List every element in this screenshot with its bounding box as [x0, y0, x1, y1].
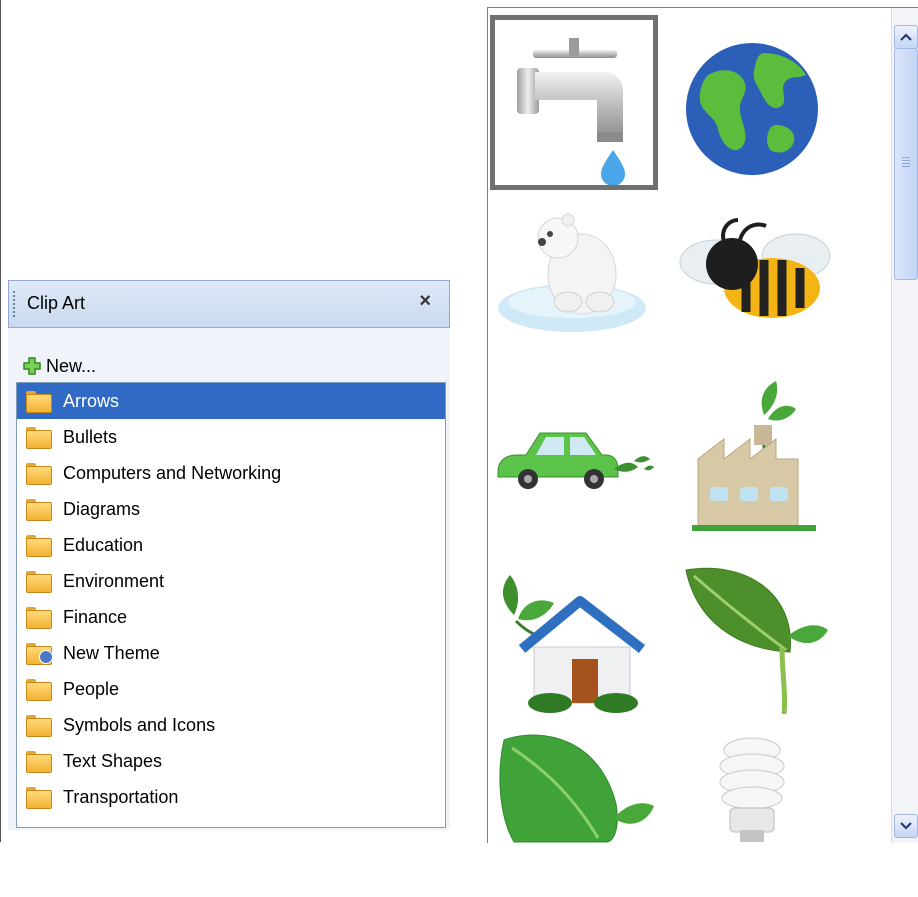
folder-label: Education	[63, 534, 144, 555]
bee-clipart[interactable]	[668, 190, 836, 365]
folder-icon	[25, 462, 53, 485]
new-label: New...	[46, 355, 97, 376]
folder-icon	[25, 786, 53, 809]
green-car-clipart[interactable]	[490, 365, 658, 540]
folder-item-arrows[interactable]: Arrows	[17, 383, 445, 419]
folder-label: Text Shapes	[63, 750, 163, 771]
scroll-up-button[interactable]	[894, 25, 918, 49]
folder-icon	[25, 534, 53, 557]
scroll-thumb[interactable]	[894, 48, 918, 280]
folder-label: Symbols and Icons	[63, 714, 216, 735]
folder-icon	[25, 390, 53, 413]
folder-icon	[25, 498, 53, 521]
folder-icon	[25, 714, 53, 737]
folder-label: Arrows	[63, 390, 120, 411]
folder-icon	[25, 570, 53, 593]
new-folder-button[interactable]: New...	[22, 354, 96, 378]
panel-title: Clip Art	[27, 293, 86, 313]
folder-item-symbols-and-icons[interactable]: Symbols and Icons	[17, 707, 445, 743]
leaf-clipart[interactable]	[490, 722, 658, 897]
clip-art-panel: Clip Art × New... Arrows Bullets Computers…	[8, 280, 450, 830]
scroll-down-button[interactable]	[894, 814, 918, 838]
folder-item-environment[interactable]: Environment	[17, 563, 445, 599]
folder-icon	[25, 750, 53, 773]
folder-item-education[interactable]: Education	[17, 527, 445, 563]
plus-icon	[23, 357, 41, 375]
folder-item-computers-and-networking[interactable]: Computers and Networking	[17, 455, 445, 491]
close-button[interactable]: ×	[419, 290, 431, 313]
folder-item-new-theme[interactable]: New Theme	[17, 635, 445, 671]
panel-header: Clip Art ×	[8, 280, 450, 328]
folder-label: New Theme	[63, 642, 160, 663]
folder-label: Diagrams	[63, 498, 141, 519]
chevron-up-icon	[900, 33, 912, 41]
polar-bear-clipart[interactable]	[490, 190, 658, 365]
cfl-bulb-clipart[interactable]	[668, 722, 836, 897]
folder-icon	[25, 426, 53, 449]
eco-house-clipart[interactable]	[490, 555, 658, 730]
folder-item-bullets[interactable]: Bullets	[17, 419, 445, 455]
drag-grip-icon[interactable]	[13, 291, 15, 317]
folder-item-finance[interactable]: Finance	[17, 599, 445, 635]
clip-art-gallery	[487, 7, 918, 843]
folder-label: Transportation	[63, 786, 179, 807]
folder-label: Computers and Networking	[63, 462, 282, 483]
folder-label: Environment	[63, 570, 165, 591]
folder-icon	[25, 678, 53, 701]
window-edge	[0, 0, 1, 842]
folder-list: Arrows Bullets Computers and Networking Dia…	[16, 382, 446, 828]
folder-label: People	[63, 678, 120, 699]
folder-item-people[interactable]: People	[17, 671, 445, 707]
folder-item-transportation[interactable]: Transportation	[17, 779, 445, 815]
faucet-clipart[interactable]	[490, 15, 658, 190]
green-leaf-clipart[interactable]	[668, 548, 836, 723]
folder-label: Finance	[63, 606, 128, 627]
folder-icon	[25, 606, 53, 629]
chevron-down-icon	[900, 822, 912, 830]
folder-item-diagrams[interactable]: Diagrams	[17, 491, 445, 527]
factory-clipart[interactable]	[668, 365, 836, 540]
globe-clipart[interactable]	[668, 15, 836, 190]
user-folder-icon	[25, 642, 53, 665]
gallery-scrollbar[interactable]	[891, 8, 918, 843]
folder-label: Bullets	[63, 426, 118, 447]
folder-item-text-shapes[interactable]: Text Shapes	[17, 743, 445, 779]
scroll-grip-icon	[902, 157, 910, 169]
